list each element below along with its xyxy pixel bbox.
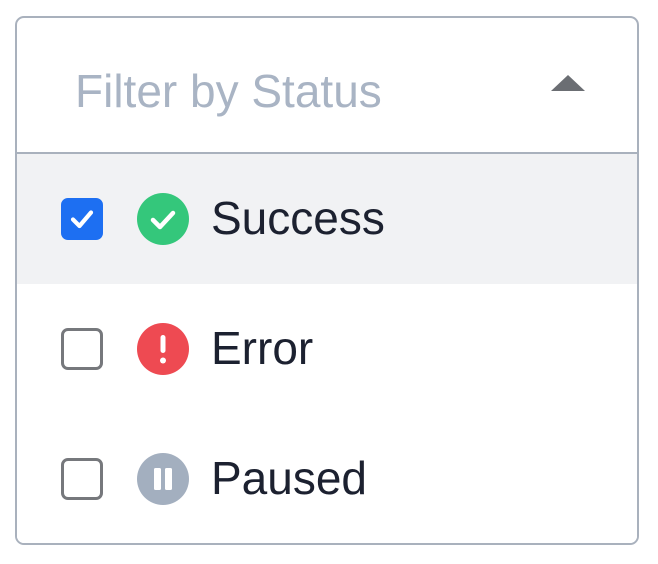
checkbox-success[interactable]: [61, 198, 103, 240]
exclamation-circle-icon: [137, 323, 189, 375]
options-list: Success Error Paused: [17, 154, 637, 543]
option-label: Paused: [211, 452, 368, 504]
checkbox-error[interactable]: [61, 328, 103, 370]
checkbox-paused[interactable]: [61, 458, 103, 500]
option-success[interactable]: Success: [17, 154, 637, 284]
checkmark-icon: [70, 210, 94, 229]
dropdown-header[interactable]: Filter by Status: [17, 18, 637, 154]
status-filter-dropdown[interactable]: Filter by Status Success Error Paused: [15, 16, 639, 545]
option-error[interactable]: Error: [17, 284, 637, 414]
pause-circle-icon: [137, 453, 189, 505]
filter-placeholder: Filter by Status: [75, 65, 382, 117]
caret-up-icon[interactable]: [551, 75, 585, 91]
option-label: Success: [211, 192, 385, 244]
check-circle-icon: [137, 193, 189, 245]
option-paused[interactable]: Paused: [17, 414, 637, 543]
option-label: Error: [211, 322, 314, 374]
